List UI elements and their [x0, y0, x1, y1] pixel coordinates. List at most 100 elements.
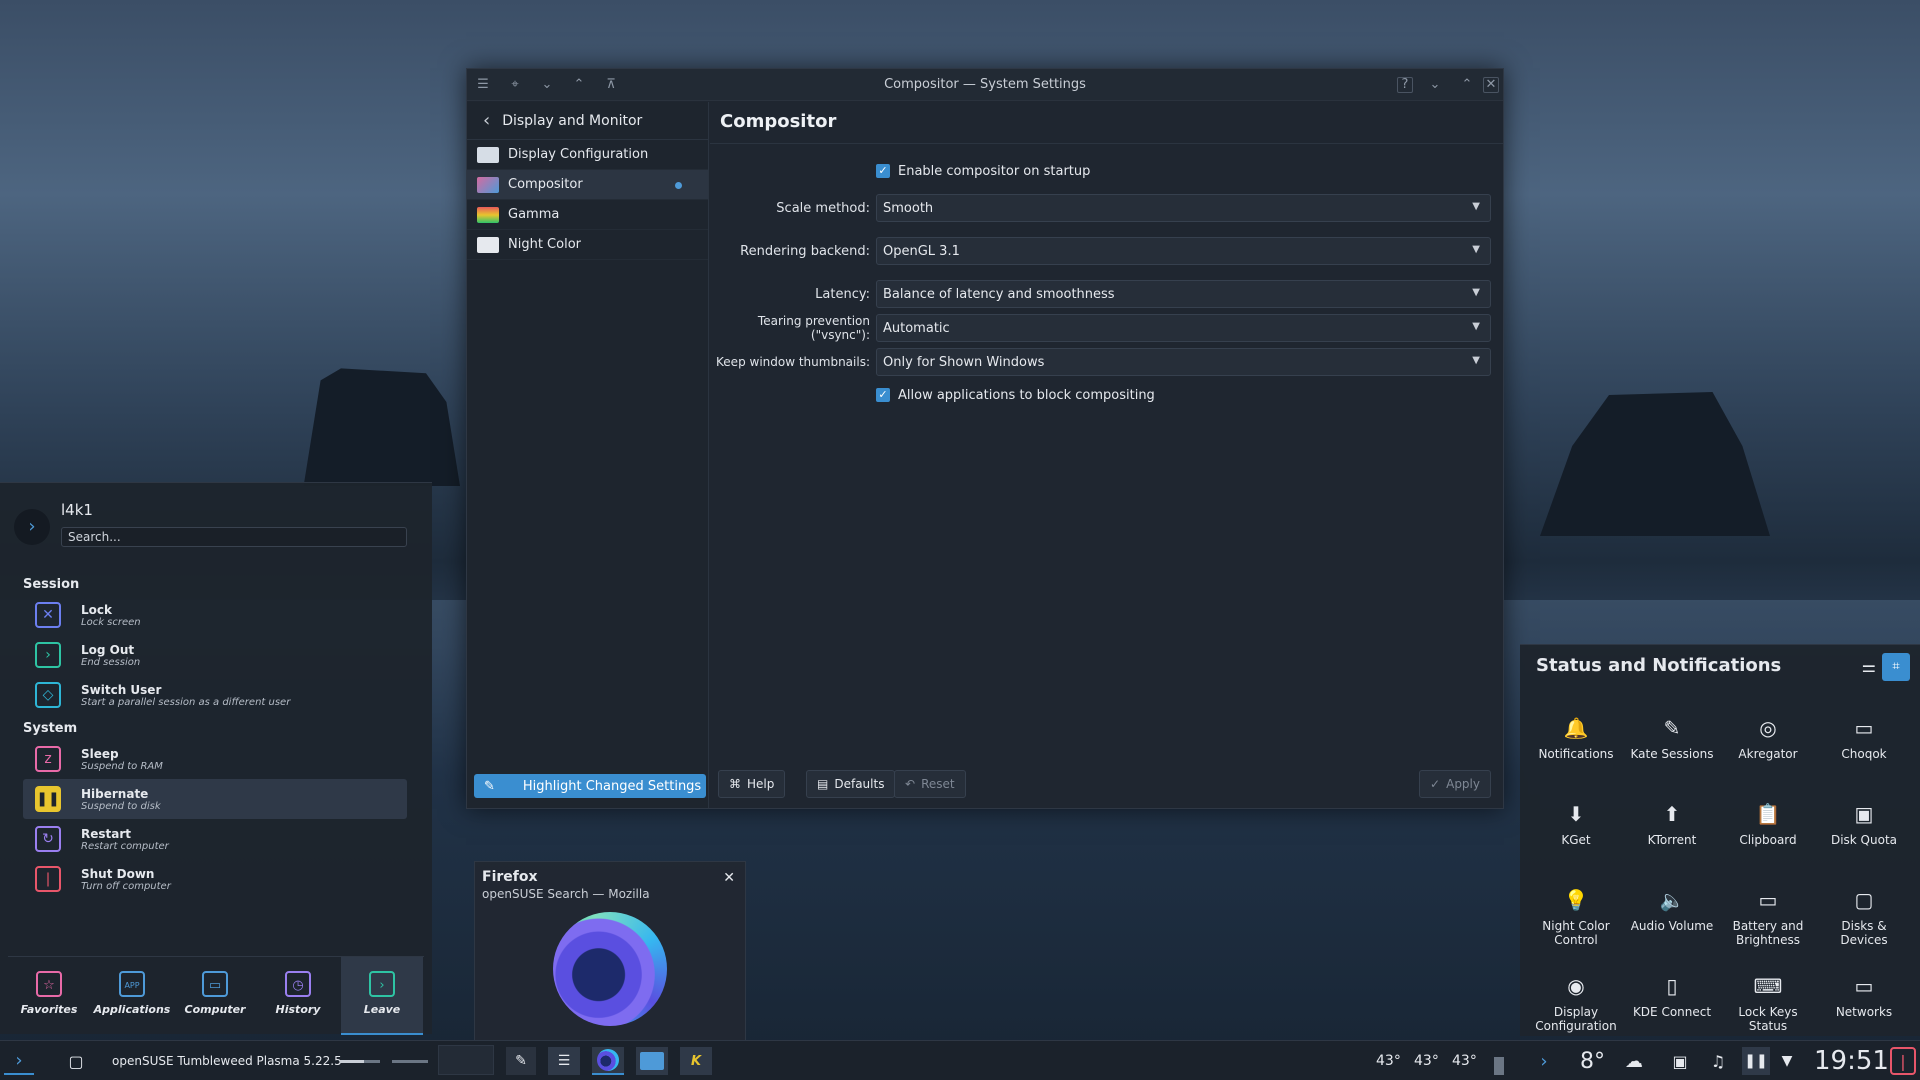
firefox-task-preview[interactable]: Firefox openSUSE Search — Mozilla ✕ [474, 861, 746, 1041]
window-thumbnails-dropdown[interactable]: Only for Shown Windows ▼ [876, 348, 1491, 376]
taskbar: › ▢ openSUSE Tumbleweed Plasma 5.22.5 ✎ … [0, 1040, 1920, 1080]
tab-history[interactable]: ◷ History [257, 957, 339, 1035]
user-avatar[interactable]: › [14, 509, 50, 545]
help-icon[interactable]: ? [1397, 77, 1413, 93]
weather-temp[interactable]: 8° [1580, 1047, 1605, 1075]
maximize-icon[interactable]: ⌃ [1457, 75, 1477, 95]
pager[interactable] [438, 1045, 494, 1075]
rss-icon: ◎ [1759, 716, 1777, 740]
document-icon: ▤ [817, 777, 829, 791]
enable-compositor-checkbox[interactable]: ✓ [876, 164, 890, 178]
restart-item[interactable]: ↻ Restart Restart computer [23, 819, 407, 859]
task-label[interactable]: openSUSE Tumbleweed Plasma 5.22.5 [112, 1047, 342, 1075]
chevron-down-icon[interactable]: ▼ [1776, 1047, 1798, 1075]
shut-down-item[interactable]: ❘ Shut Down Turn off computer [23, 859, 407, 899]
clock[interactable]: 19:51 [1814, 1046, 1889, 1076]
system-settings-window: ☰ ⌖ ⌄ ⌃ ⊼ Compositor — System Settings ?… [466, 68, 1504, 809]
camera-tray-icon[interactable]: ▣ [1666, 1047, 1694, 1075]
scale-method-dropdown[interactable]: Smooth ▼ [876, 194, 1491, 222]
speaker-icon: 🔈 [1659, 888, 1685, 912]
search-input[interactable]: Search... [61, 527, 407, 547]
scale-method-row: Scale method: Smooth ▼ [710, 194, 1491, 222]
help-button[interactable]: ⌘ Help [718, 770, 786, 798]
status-item-disks-devices[interactable]: ▢ Disks & Devices [1816, 877, 1912, 963]
status-item-akregator[interactable]: ◎ Akregator [1720, 705, 1816, 791]
tab-applications[interactable]: APP Applications [91, 957, 173, 1035]
reset-button[interactable]: ↶ Reset [894, 770, 966, 798]
status-item-kget[interactable]: ⬇ KGet [1528, 791, 1624, 877]
apply-button[interactable]: ✓ Apply [1419, 770, 1491, 798]
gamma-icon [477, 206, 499, 223]
sidebar-item-display-configuration[interactable]: Display Configuration [467, 140, 708, 170]
sidebar-item-label: Display Configuration [508, 147, 649, 162]
status-item-clipboard[interactable]: 📋 Clipboard [1720, 791, 1816, 877]
close-icon[interactable]: ✕ [723, 870, 735, 886]
status-item-lock-keys-status[interactable]: ⌨ Lock Keys Status [1720, 963, 1816, 1049]
close-icon[interactable]: ✕ [1483, 77, 1499, 93]
configure-icon[interactable]: ⚌ [1862, 657, 1876, 676]
status-item-notifications[interactable]: 🔔 Notifications [1528, 705, 1624, 791]
status-item-ktorrent[interactable]: ⬆ KTorrent [1624, 791, 1720, 877]
status-item-disk-quota[interactable]: ▣ Disk Quota [1816, 791, 1912, 877]
krita-task-icon[interactable]: K [680, 1047, 712, 1075]
compositor-icon [477, 176, 499, 193]
sidebar-item-gamma[interactable]: Gamma [467, 200, 708, 230]
status-item-networks[interactable]: ▭ Networks [1816, 963, 1912, 1049]
allow-block-checkbox[interactable]: ✓ [876, 388, 890, 402]
status-item-label: Kate Sessions [1630, 747, 1714, 761]
sidebar-header[interactable]: ‹ Display and Monitor [467, 102, 708, 140]
status-item-battery-and-brightness[interactable]: ▭ Battery and Brightness [1720, 877, 1816, 963]
tab-favorites[interactable]: ☆ Favorites [8, 957, 90, 1035]
music-tray-icon[interactable]: ♫ [1704, 1047, 1732, 1075]
latency-dropdown[interactable]: Balance of latency and smoothness ▼ [876, 280, 1491, 308]
rendering-backend-dropdown[interactable]: OpenGL 3.1 ▼ [876, 237, 1491, 265]
launcher-button[interactable]: › [4, 1047, 34, 1075]
kde-connect-tray-icon[interactable]: › [1530, 1047, 1558, 1075]
sidebar-item-compositor[interactable]: Compositor [467, 170, 708, 200]
chevron-down-icon: ▼ [1472, 244, 1480, 255]
sidebar-item-night-color[interactable]: Night Color [467, 230, 708, 260]
status-item-night-color-control[interactable]: 💡 Night Color Control [1528, 877, 1624, 963]
sleep-item[interactable]: z Sleep Suspend to RAM [23, 739, 407, 779]
minimize-icon[interactable]: ⌄ [1425, 75, 1445, 95]
settings-task-icon[interactable]: ☰ [548, 1047, 580, 1075]
latency-row: Latency: Balance of latency and smoothne… [710, 280, 1491, 308]
sidebar-title: Display and Monitor [502, 112, 643, 129]
pin-panel-icon[interactable]: ⌗ [1882, 653, 1910, 681]
chevron-down-icon: ▼ [1472, 321, 1480, 332]
computer-icon: ▭ [202, 971, 228, 997]
status-item-kate-sessions[interactable]: ✎ Kate Sessions [1624, 705, 1720, 791]
switch-user-item[interactable]: ◇ Switch User Start a parallel session as… [23, 675, 407, 715]
cpu-temp-3: 43° [1452, 1053, 1477, 1069]
power-icon[interactable]: ❘ [1890, 1047, 1916, 1075]
mesa-right [1540, 392, 1770, 536]
session-section-title: Session [23, 577, 80, 592]
lock-item[interactable]: ✕ Lock Lock screen [23, 595, 407, 635]
status-item-label: Display Configuration [1535, 1005, 1617, 1033]
cloud-icon: ☁ [1625, 1050, 1643, 1072]
tab-leave[interactable]: › Leave [341, 957, 423, 1035]
status-item-label: Networks [1835, 1005, 1893, 1019]
status-item-kde-connect[interactable]: ▯ KDE Connect [1624, 963, 1720, 1049]
clock-icon: ◷ [285, 971, 311, 997]
status-item-display-configuration[interactable]: ◉ Display Configuration [1528, 963, 1624, 1049]
tab-computer[interactable]: ▭ Computer [174, 957, 256, 1035]
status-item-audio-volume[interactable]: 🔈 Audio Volume [1624, 877, 1720, 963]
brightness-slider[interactable] [392, 1060, 428, 1063]
highlight-changed-settings-button[interactable]: ✎ Highlight Changed Settings [474, 774, 706, 798]
firefox-task-icon[interactable] [592, 1047, 624, 1075]
hibernate-item[interactable]: ❚❚ Hibernate Suspend to disk [23, 779, 407, 819]
kate-task-icon[interactable]: ✎ [506, 1047, 536, 1075]
log-out-item[interactable]: › Log Out End session [23, 635, 407, 675]
download-icon: ⬇ [1567, 802, 1585, 826]
power-icon: ❘ [35, 866, 61, 892]
night-color-icon [477, 236, 499, 253]
defaults-button[interactable]: ▤ Defaults [806, 770, 896, 798]
media-pause-icon[interactable]: ❚❚ [1742, 1047, 1770, 1075]
status-item-choqok[interactable]: ▭ Choqok [1816, 705, 1912, 791]
bulb-icon: 💡 [1563, 888, 1589, 912]
back-arrow-icon[interactable]: ‹ [483, 110, 490, 131]
dolphin-task-icon[interactable] [636, 1047, 668, 1075]
show-desktop-icon[interactable]: ▢ [62, 1047, 90, 1075]
tearing-prevention-dropdown[interactable]: Automatic ▼ [876, 314, 1491, 342]
